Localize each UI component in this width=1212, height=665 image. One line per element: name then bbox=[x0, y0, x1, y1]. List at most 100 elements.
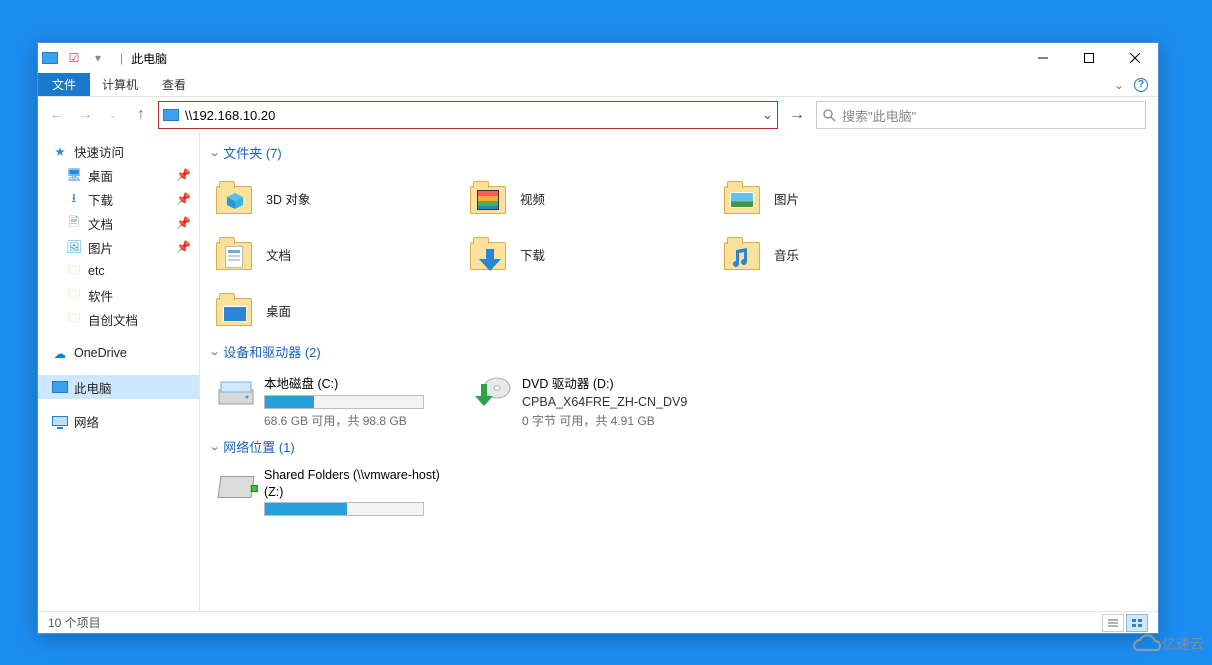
search-icon bbox=[823, 109, 836, 122]
folder-desktop-label: 桌面 bbox=[266, 301, 291, 320]
drive-c-name: 本地磁盘 (C:) bbox=[264, 373, 462, 392]
titlebar: ☑ ▾ | 此电脑 bbox=[38, 43, 1158, 73]
folder-icon: 🗀 bbox=[66, 311, 82, 327]
ribbon-collapse-icon[interactable]: ⌄ bbox=[1114, 78, 1124, 92]
up-button[interactable]: ↑ bbox=[130, 104, 152, 126]
sidebar-pictures-label: 图片 bbox=[88, 238, 113, 257]
qat-properties-icon[interactable]: ☑ bbox=[66, 50, 82, 66]
view-details-button[interactable] bbox=[1102, 614, 1124, 632]
address-this-pc-icon bbox=[163, 109, 179, 121]
status-bar: 10 个项目 bbox=[38, 611, 1158, 633]
downloads-icon: ⭳ bbox=[66, 191, 82, 207]
svg-text:亿速云: 亿速云 bbox=[1162, 636, 1204, 652]
this-pc-icon bbox=[42, 50, 58, 66]
folder-downloads-label: 下载 bbox=[520, 245, 545, 264]
sidebar-software[interactable]: 🗀 软件 bbox=[38, 283, 199, 307]
minimize-button[interactable] bbox=[1020, 43, 1066, 73]
sidebar-etc[interactable]: 🗀 etc bbox=[38, 259, 199, 283]
window-title: 此电脑 bbox=[131, 50, 167, 67]
drive-c-usage-bar bbox=[264, 395, 424, 409]
forward-button[interactable]: → bbox=[74, 104, 96, 126]
qat-separator: | bbox=[120, 51, 123, 65]
this-pc-icon bbox=[52, 379, 68, 395]
sidebar-onedrive[interactable]: ☁ OneDrive bbox=[38, 341, 199, 365]
qat-new-folder-icon[interactable]: ▾ bbox=[90, 50, 106, 66]
drive-d[interactable]: DVD 驱动器 (D:) CPBA_X64FRE_ZH-CN_DV9 0 字节 … bbox=[468, 369, 726, 433]
sidebar-selfdoc-label: 自创文档 bbox=[88, 310, 138, 329]
network-drive-z-usage-bar bbox=[264, 502, 424, 516]
navigation-row: ← → ⌄ ↑ \\192.168.10.20 ⌄ → 搜索"此电脑" bbox=[38, 97, 1158, 133]
go-button[interactable]: → bbox=[784, 102, 810, 128]
quick-access-toolbar: ☑ ▾ | bbox=[42, 50, 129, 66]
3d-objects-icon bbox=[216, 178, 256, 218]
tab-file[interactable]: 文件 bbox=[38, 73, 90, 96]
desktop-icon: 🖥 bbox=[66, 167, 82, 183]
network-drive-z-label: (Z:) bbox=[264, 485, 462, 499]
maximize-button[interactable] bbox=[1066, 43, 1112, 73]
sidebar-desktop[interactable]: 🖥 桌面 📌 bbox=[38, 163, 199, 187]
folder-downloads[interactable]: 下载 bbox=[464, 226, 718, 282]
folder-music-label: 音乐 bbox=[774, 245, 799, 264]
folder-pictures-label: 图片 bbox=[774, 189, 799, 208]
content-pane: 文件夹 (7) 3D 对象 视频 图片 文档 bbox=[200, 133, 1158, 611]
sidebar-self-doc[interactable]: 🗀 自创文档 bbox=[38, 307, 199, 331]
address-text: \\192.168.10.20 bbox=[185, 108, 275, 123]
sidebar-pictures[interactable]: 🖼 图片 📌 bbox=[38, 235, 199, 259]
sidebar-desktop-label: 桌面 bbox=[88, 166, 113, 185]
folder-pictures[interactable]: 图片 bbox=[718, 170, 972, 226]
pictures-icon: 🖼 bbox=[66, 239, 82, 255]
folder-music[interactable]: 音乐 bbox=[718, 226, 972, 282]
sidebar-etc-label: etc bbox=[88, 264, 105, 278]
sidebar-documents-label: 文档 bbox=[88, 214, 113, 233]
window-controls bbox=[1020, 43, 1158, 73]
pictures-icon bbox=[724, 178, 764, 218]
watermark: 亿速云 bbox=[1124, 628, 1210, 663]
tab-computer[interactable]: 计算机 bbox=[90, 73, 150, 96]
network-grid: Shared Folders (\\vmware-host) (Z:) bbox=[210, 464, 1148, 523]
dvd-drive-icon bbox=[474, 373, 514, 413]
folder-videos[interactable]: 视频 bbox=[464, 170, 718, 226]
group-folders-header[interactable]: 文件夹 (7) bbox=[210, 143, 1148, 162]
help-icon[interactable]: ? bbox=[1134, 78, 1148, 92]
quick-access-icon: ★ bbox=[52, 143, 68, 159]
folder-videos-label: 视频 bbox=[520, 189, 545, 208]
drive-c-sub: 68.6 GB 可用，共 98.8 GB bbox=[264, 412, 462, 429]
drive-d-name: DVD 驱动器 (D:) bbox=[522, 373, 720, 392]
network-drive-z[interactable]: Shared Folders (\\vmware-host) (Z:) bbox=[210, 464, 468, 523]
drive-c[interactable]: 本地磁盘 (C:) 68.6 GB 可用，共 98.8 GB bbox=[210, 369, 468, 433]
address-dropdown-icon[interactable]: ⌄ bbox=[762, 107, 773, 123]
folder-icon: 🗀 bbox=[66, 263, 82, 279]
folder-documents-label: 文档 bbox=[266, 245, 291, 264]
search-box[interactable]: 搜索"此电脑" bbox=[816, 101, 1146, 129]
sidebar-documents[interactable]: 🗎 文档 📌 bbox=[38, 211, 199, 235]
sidebar-this-pc[interactable]: 此电脑 bbox=[38, 375, 199, 399]
folder-documents[interactable]: 文档 bbox=[210, 226, 464, 282]
folder-desktop[interactable]: 桌面 bbox=[210, 282, 464, 338]
nav-pane: ★ 快速访问 🖥 桌面 📌 ⭳ 下载 📌 🗎 文档 📌 🖼 图片 � bbox=[38, 133, 200, 611]
folder-3d-objects[interactable]: 3D 对象 bbox=[210, 170, 464, 226]
explorer-window: ☑ ▾ | 此电脑 文件 计算机 查看 ⌄ ? ← → ⌄ ↑ \\192.16… bbox=[37, 42, 1159, 634]
folder-icon: 🗀 bbox=[66, 287, 82, 303]
pin-icon: 📌 bbox=[176, 216, 191, 230]
network-drive-icon bbox=[216, 468, 256, 508]
folder-3d-objects-label: 3D 对象 bbox=[266, 189, 310, 208]
drives-grid: 本地磁盘 (C:) 68.6 GB 可用，共 98.8 GB DVD 驱动器 (… bbox=[210, 369, 1148, 433]
sidebar-network-label: 网络 bbox=[74, 412, 99, 431]
videos-icon bbox=[470, 178, 510, 218]
folders-grid: 3D 对象 视频 图片 文档 下载 bbox=[210, 170, 1148, 338]
group-drives-header[interactable]: 设备和驱动器 (2) bbox=[210, 342, 1148, 361]
group-network-header[interactable]: 网络位置 (1) bbox=[210, 437, 1148, 456]
tab-view[interactable]: 查看 bbox=[150, 73, 198, 96]
desktop-folder-icon bbox=[216, 290, 256, 330]
close-button[interactable] bbox=[1112, 43, 1158, 73]
item-count: 10 个项目 bbox=[48, 614, 101, 631]
sidebar-software-label: 软件 bbox=[88, 286, 113, 305]
recent-locations-button[interactable]: ⌄ bbox=[102, 104, 124, 126]
sidebar-downloads-label: 下载 bbox=[88, 190, 113, 209]
sidebar-downloads[interactable]: ⭳ 下载 📌 bbox=[38, 187, 199, 211]
sidebar-network[interactable]: 网络 bbox=[38, 409, 199, 433]
pin-icon: 📌 bbox=[176, 192, 191, 206]
address-bar[interactable]: \\192.168.10.20 ⌄ bbox=[158, 101, 778, 129]
back-button[interactable]: ← bbox=[46, 104, 68, 126]
sidebar-quick-access[interactable]: ★ 快速访问 bbox=[38, 139, 199, 163]
